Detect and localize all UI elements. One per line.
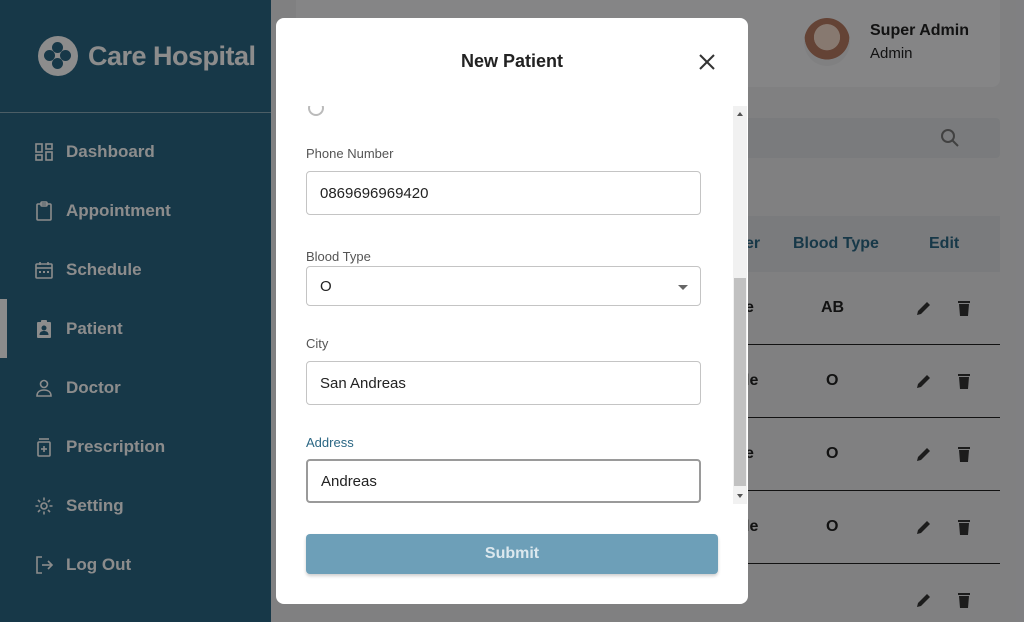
new-patient-modal: New Patient Phone Number 0869696969420 B… [276,18,748,604]
city-label: City [306,336,329,351]
scroll-up-arrow-icon[interactable] [737,112,743,116]
address-field[interactable]: Andreas [306,459,701,503]
form-scroll-area[interactable]: Phone Number 0869696969420 Blood Type O … [276,106,748,506]
phone-field[interactable]: 0869696969420 [306,171,701,215]
scrollbar[interactable] [733,106,747,504]
city-field[interactable]: San Andreas [306,361,701,405]
address-value: Andreas [321,472,377,490]
phone-value: 0869696969420 [320,184,429,202]
chevron-down-icon [678,285,688,290]
gender-radio[interactable] [308,106,324,116]
phone-label: Phone Number [306,146,394,161]
submit-button[interactable]: Submit [306,534,718,574]
blood-type-value: O [320,277,332,295]
city-value: San Andreas [320,374,406,392]
scroll-thumb[interactable] [734,278,746,486]
blood-type-select[interactable]: O [306,266,701,306]
scroll-down-arrow-icon[interactable] [737,494,743,498]
close-icon[interactable] [696,51,718,73]
address-label: Address [306,435,354,450]
blood-type-label: Blood Type [306,249,371,264]
modal-title: New Patient [460,51,564,71]
